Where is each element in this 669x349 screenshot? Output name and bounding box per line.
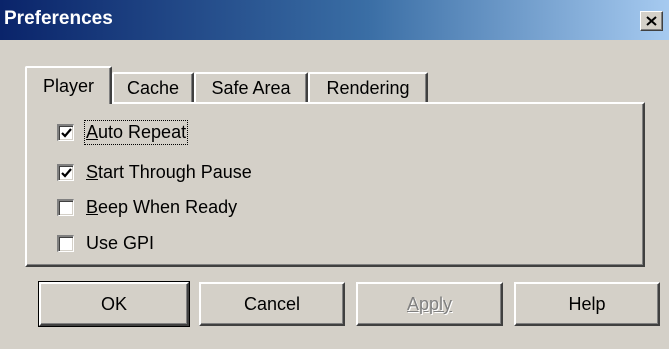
tab-label: Safe Area: [211, 77, 291, 98]
tab-label: Cache: [126, 77, 180, 98]
ok-button[interactable]: OK: [38, 281, 190, 327]
tab-player[interactable]: Player: [25, 66, 112, 104]
tab-rendering[interactable]: Rendering: [308, 72, 428, 102]
auto-repeat-checkbox[interactable]: Auto Repeat: [57, 119, 189, 145]
window-title: Preferences: [4, 8, 113, 29]
cancel-button[interactable]: Cancel: [199, 282, 345, 326]
accelerator-key: S: [86, 161, 99, 182]
tab-label: Rendering: [326, 77, 410, 98]
help-button[interactable]: Help: [514, 282, 660, 326]
checkbox-box[interactable]: [57, 234, 74, 252]
label-rest: uto Repeat: [98, 121, 187, 142]
ok-label: OK: [100, 293, 127, 314]
tab-cache[interactable]: Cache: [112, 72, 194, 102]
label-rest: tart Through Pause: [98, 161, 252, 182]
close-button[interactable]: [640, 11, 663, 31]
checkbox-box[interactable]: [57, 198, 74, 216]
apply-label: Apply: [406, 293, 453, 314]
beep-when-ready-checkbox[interactable]: Beep When Ready: [57, 195, 237, 219]
accelerator-key: B: [86, 196, 99, 217]
check-icon: [60, 167, 72, 178]
tab-safe-area[interactable]: Safe Area: [194, 72, 308, 102]
check-icon: [60, 127, 72, 138]
cancel-label: Cancel: [243, 293, 301, 314]
beep-when-ready-label: Beep When Ready: [86, 197, 237, 218]
preferences-dialog: Preferences Player Cache Safe Area Rende…: [0, 0, 669, 349]
accelerator-key: A: [86, 121, 99, 142]
auto-repeat-label: Auto Repeat: [83, 119, 189, 145]
apply-button[interactable]: Apply: [356, 282, 503, 326]
start-through-pause-label: Start Through Pause: [86, 162, 252, 183]
checkbox-box[interactable]: [57, 123, 74, 141]
close-icon: [646, 16, 657, 26]
tab-panel-player: Auto Repeat Start Through Pause Beep Whe…: [25, 102, 645, 267]
start-through-pause-checkbox[interactable]: Start Through Pause: [57, 160, 252, 184]
label-rest: eep When Ready: [98, 196, 238, 217]
help-label: Help: [568, 293, 606, 314]
checkbox-box[interactable]: [57, 163, 74, 181]
tab-label: Player: [42, 75, 95, 96]
use-gpi-label: Use GPI: [86, 232, 155, 253]
use-gpi-checkbox[interactable]: Use GPI: [57, 231, 154, 255]
title-bar[interactable]: Preferences: [0, 0, 669, 40]
tab-strip: Player Cache Safe Area Rendering: [25, 66, 445, 104]
